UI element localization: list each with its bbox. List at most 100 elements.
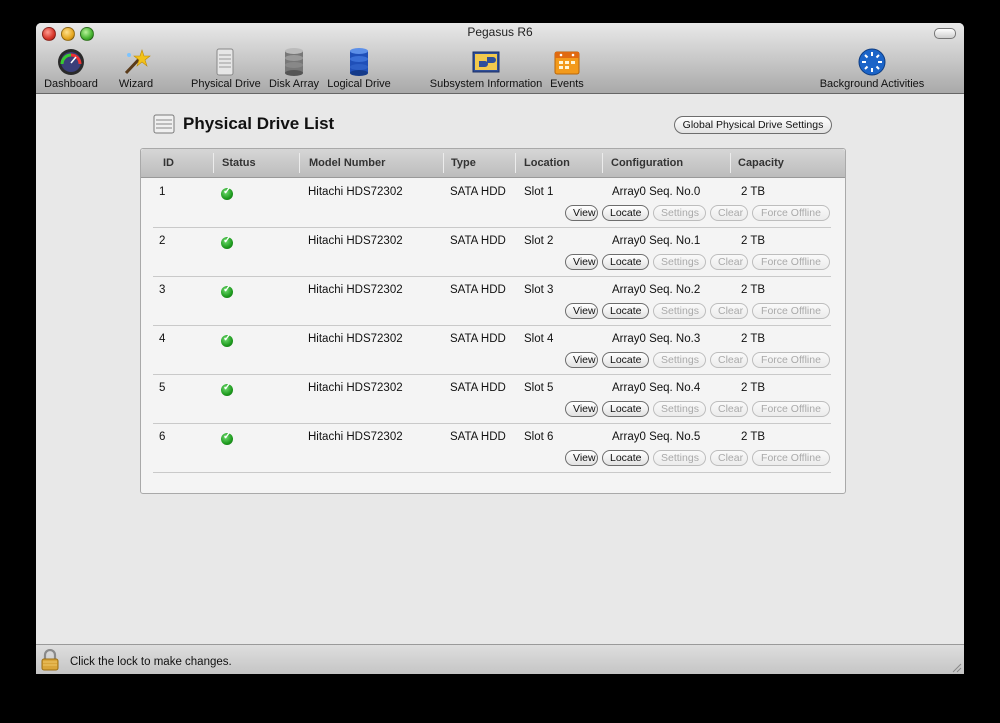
cell-type: SATA HDD (450, 431, 506, 443)
view-button[interactable]: View (565, 303, 598, 319)
cell-id: 1 (159, 186, 166, 198)
column-header-id[interactable]: ID (163, 149, 174, 177)
cell-location: Slot 3 (524, 284, 554, 296)
toolbar-disk-array[interactable]: Disk Array (266, 47, 322, 91)
lock-icon[interactable] (40, 649, 60, 671)
toolbar-subsystem-information[interactable]: Subsystem Information (429, 47, 543, 91)
cell-model-number: Hitachi HDS72302 (308, 284, 403, 296)
clear-button[interactable]: Clear (710, 352, 748, 368)
column-header-capacity[interactable]: Capacity (738, 149, 784, 177)
cell-location: Slot 2 (524, 235, 554, 247)
column-divider (213, 153, 214, 173)
locate-button[interactable]: Locate (602, 303, 649, 319)
toolbar-dashboard[interactable]: Dashboard (42, 47, 100, 91)
toolbar-logical-drive-label: Logical Drive (327, 78, 391, 90)
cell-type: SATA HDD (450, 186, 506, 198)
column-header-type[interactable]: Type (451, 149, 476, 177)
settings-button[interactable]: Settings (653, 352, 706, 368)
view-button[interactable]: View (565, 450, 598, 466)
clear-button[interactable]: Clear (710, 303, 748, 319)
toolbar-background-activities-label: Background Activities (819, 78, 925, 90)
settings-button[interactable]: Settings (653, 254, 706, 270)
view-button[interactable]: View (565, 352, 598, 368)
toolbar-logical-drive[interactable]: Logical Drive (326, 47, 392, 91)
force-offline-button[interactable]: Force Offline (752, 303, 830, 319)
column-header-status[interactable]: Status (222, 149, 256, 177)
toolbar-wizard-label: Wizard (118, 78, 154, 90)
view-button[interactable]: View (565, 205, 598, 221)
column-header-model-number[interactable]: Model Number (309, 149, 385, 177)
clear-button[interactable]: Clear (710, 205, 748, 221)
disk-array-icon (285, 48, 303, 76)
cell-id: 3 (159, 284, 166, 296)
page-title: Physical Drive List (183, 114, 335, 133)
table-row[interactable]: 1 Hitachi HDS72302 SATA HDD Slot 1 Array0 Se… (153, 178, 831, 228)
table-header: ID Status Model Number Type Location Con… (141, 149, 845, 178)
cell-id: 5 (159, 382, 166, 394)
cell-configuration: Array0 Seq. No.0 (612, 186, 701, 198)
status-ok-icon (221, 382, 233, 396)
table-row[interactable]: 6 Hitachi HDS72302 SATA HDD Slot 6 Array0 Se… (153, 423, 831, 473)
cell-location: Slot 1 (524, 186, 554, 198)
column-divider (730, 153, 731, 173)
column-header-configuration[interactable]: Configuration (611, 149, 683, 177)
toolbar-background-activities[interactable]: Background Activities (816, 47, 928, 91)
locate-button[interactable]: Locate (602, 450, 649, 466)
main-content: Physical Drive List Global Physical Driv… (36, 94, 964, 644)
toolbar-disk-array-label: Disk Array (268, 78, 320, 90)
table-row[interactable]: 4 Hitachi HDS72302 SATA HDD Slot 4 Array0 Se… (153, 325, 831, 375)
force-offline-button[interactable]: Force Offline (752, 450, 830, 466)
column-header-location[interactable]: Location (524, 149, 570, 177)
view-button[interactable]: View (565, 401, 598, 417)
settings-button[interactable]: Settings (653, 205, 706, 221)
clear-button[interactable]: Clear (710, 254, 748, 270)
locate-button[interactable]: Locate (602, 352, 649, 368)
settings-button[interactable]: Settings (653, 401, 706, 417)
toolbar-events[interactable]: Events (548, 47, 586, 91)
cell-capacity: 2 TB (741, 382, 766, 394)
cell-id: 6 (159, 431, 166, 443)
status-ok-icon (221, 333, 233, 347)
clear-button[interactable]: Clear (710, 450, 748, 466)
column-divider (602, 153, 603, 173)
toolbar-events-label: Events (550, 78, 584, 90)
force-offline-button[interactable]: Force Offline (752, 401, 830, 417)
locate-button[interactable]: Locate (602, 254, 649, 270)
toolbar-wizard[interactable]: Wizard (116, 47, 156, 91)
table-row[interactable]: 2 Hitachi HDS72302 SATA HDD Slot 2 Array0 Se… (153, 227, 831, 277)
force-offline-button[interactable]: Force Offline (752, 352, 830, 368)
dashboard-icon (58, 49, 84, 75)
global-physical-drive-settings-button[interactable]: Global Physical Drive Settings (674, 116, 832, 134)
wizard-icon (124, 49, 151, 75)
clear-button[interactable]: Clear (710, 401, 748, 417)
column-divider (443, 153, 444, 173)
cell-type: SATA HDD (450, 284, 506, 296)
cell-capacity: 2 TB (741, 333, 766, 345)
toolbar: Pegasus R6 Dashboard Wizard Physical Dri… (36, 23, 964, 94)
column-divider (515, 153, 516, 173)
physical-drive-list-icon (153, 114, 175, 134)
locate-button[interactable]: Locate (602, 401, 649, 417)
cell-id: 4 (159, 333, 166, 345)
cell-model-number: Hitachi HDS72302 (308, 235, 403, 247)
locate-button[interactable]: Locate (602, 205, 649, 221)
force-offline-button[interactable]: Force Offline (752, 254, 830, 270)
table-row[interactable]: 5 Hitachi HDS72302 SATA HDD Slot 5 Array0 Se… (153, 374, 831, 424)
cell-location: Slot 5 (524, 382, 554, 394)
toolbar-toggle-button[interactable] (934, 28, 956, 39)
status-ok-icon (221, 284, 233, 298)
status-bar: Click the lock to make changes. (36, 644, 964, 674)
view-button[interactable]: View (565, 254, 598, 270)
force-offline-button[interactable]: Force Offline (752, 205, 830, 221)
cell-type: SATA HDD (450, 382, 506, 394)
settings-button[interactable]: Settings (653, 303, 706, 319)
table-row[interactable]: 3 Hitachi HDS72302 SATA HDD Slot 3 Array0 Se… (153, 276, 831, 326)
app-window: Pegasus R6 Dashboard Wizard Physical Dri… (36, 23, 964, 674)
resize-grip-icon[interactable] (952, 663, 962, 673)
column-divider (299, 153, 300, 173)
toolbar-physical-drive[interactable]: Physical Drive (191, 47, 261, 91)
cell-model-number: Hitachi HDS72302 (308, 431, 403, 443)
settings-button[interactable]: Settings (653, 450, 706, 466)
logical-drive-icon (350, 48, 368, 76)
cell-configuration: Array0 Seq. No.4 (612, 382, 701, 394)
